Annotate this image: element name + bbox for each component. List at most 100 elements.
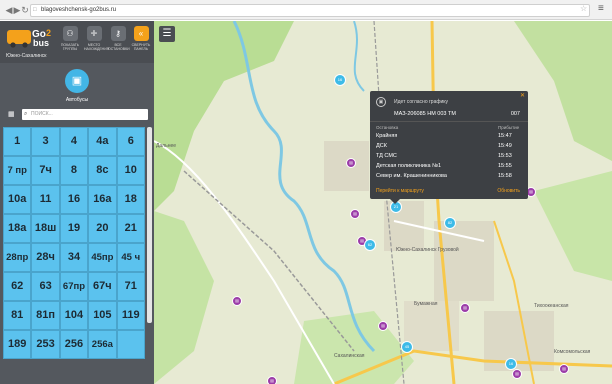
route-button[interactable]: 10а <box>3 185 32 214</box>
reload-icon[interactable]: ↻ <box>20 3 30 17</box>
map-label: Дальнее <box>156 143 177 149</box>
map-menu-button[interactable]: ☰ <box>159 26 175 42</box>
route-button[interactable]: 4 <box>59 127 89 156</box>
bookmark-star-icon[interactable]: ☆ <box>580 4 587 13</box>
tool-label: ВСЕ ОСТАНОВКИ <box>108 43 130 51</box>
route-button[interactable]: 104 <box>59 301 89 330</box>
route-button[interactable]: 28пр <box>3 243 32 272</box>
route-button[interactable]: 81п <box>31 301 60 330</box>
route-button[interactable]: 7ч <box>31 156 60 185</box>
route-button[interactable]: 16 <box>59 185 89 214</box>
arrival-time: 15:58 <box>498 173 512 179</box>
divider <box>370 121 528 122</box>
route-button[interactable]: 28ч <box>31 243 60 272</box>
group-icon: ⚇ <box>62 26 78 41</box>
route-button[interactable]: 8с <box>88 156 117 185</box>
route-button[interactable]: 45пр <box>88 243 117 272</box>
route-grid: 1 3 4 4а 6 7 пр 7ч 8 8с 10 10а 11 16 16а 18 18а 18ш 19 20 2… <box>3 127 145 384</box>
route-button[interactable]: 189 <box>3 330 32 359</box>
bus-marker[interactable]: 62 <box>364 239 376 251</box>
grid-view-icon[interactable]: ▦ <box>8 110 18 120</box>
go-to-route-link[interactable]: Перейти к маршруту <box>376 188 424 194</box>
bus-marker[interactable]: 45 <box>401 341 413 353</box>
map-label: Тихоокеанская <box>534 303 569 309</box>
stop-marker[interactable]: ▤ <box>350 209 360 219</box>
route-search-input[interactable]: ⌕ ПОИСК... <box>22 109 148 120</box>
browser-toolbar: ◀ ▶ ↻ □ blagoveshchensk-go2bus.ru ☆ ≡ <box>0 0 612 20</box>
map-label: Бумажная <box>414 301 438 307</box>
tool-label: ПОКАЗАТЬ ГРУППЫ <box>60 43 80 51</box>
vehicle-model: МАЗ-206085 НМ 003 ТМ <box>394 111 456 117</box>
route-button[interactable]: 18а <box>3 214 32 243</box>
stop-marker[interactable]: ▤ <box>346 158 356 168</box>
go2bus-logo[interactable]: Go 2 bus <box>6 26 58 48</box>
stop-name: ТД СМС <box>376 153 397 159</box>
route-button[interactable]: 6 <box>116 127 145 156</box>
map-label: Южно-Сахалинск Грузовой <box>396 247 459 253</box>
bus-transport-toggle[interactable]: ▣ Автобусы <box>62 69 92 114</box>
stop-marker[interactable]: ▤ <box>559 364 569 374</box>
route-button[interactable]: 21 <box>116 214 145 243</box>
close-icon[interactable]: ✕ <box>520 92 525 99</box>
route-button[interactable]: 18 <box>116 185 145 214</box>
route-button[interactable]: 10 <box>116 156 145 185</box>
route-button[interactable]: 119 <box>116 301 145 330</box>
route-button[interactable]: 253 <box>31 330 60 359</box>
stop-name: Детская поликлиника №1 <box>376 163 442 169</box>
route-button[interactable]: 71 <box>116 272 145 301</box>
show-groups-button[interactable]: ⚇ ПОКАЗАТЬ ГРУППЫ <box>60 26 80 59</box>
refresh-link[interactable]: Обновить <box>497 188 520 194</box>
route-button[interactable]: 19 <box>59 214 89 243</box>
map-view[interactable]: ☰ Дальнее Южно-Сахалинск Грузовой Бумажн… <box>154 21 612 384</box>
route-button[interactable]: 81 <box>3 301 32 330</box>
route-button[interactable]: 8 <box>59 156 89 185</box>
route-button[interactable]: 34 <box>59 243 89 272</box>
sidebar-header: Go 2 bus Южно-Сахалинск ⚇ ПОКАЗАТЬ ГРУПП… <box>0 21 154 63</box>
route-button[interactable]: 1 <box>3 127 32 156</box>
address-bar[interactable]: □ blagoveshchensk-go2bus.ru <box>30 4 590 17</box>
route-button[interactable]: 62 <box>3 272 32 301</box>
url-text: blagoveshchensk-go2bus.ru <box>41 7 117 13</box>
route-list-scrollbar[interactable] <box>147 127 152 323</box>
browser-menu-icon[interactable]: ≡ <box>598 3 604 14</box>
status-text: Идет согласно графику <box>394 99 449 105</box>
city-selector[interactable]: Южно-Сахалинск <box>6 53 46 59</box>
route-button[interactable]: 20 <box>88 214 117 243</box>
transport-label: Автобусы <box>65 97 89 103</box>
stop-marker[interactable]: ▤ <box>512 369 522 379</box>
route-button[interactable]: 45 ч <box>116 243 145 272</box>
route-button[interactable] <box>116 330 145 359</box>
route-button[interactable]: 16а <box>88 185 117 214</box>
arrival-time: 15:49 <box>498 143 512 149</box>
bus-icon: ▣ <box>376 97 386 107</box>
svg-text:bus: bus <box>33 38 49 48</box>
route-button[interactable]: 11 <box>31 185 60 214</box>
route-button[interactable]: 105 <box>88 301 117 330</box>
route-button[interactable]: 3 <box>31 127 60 156</box>
stop-marker[interactable]: ▤ <box>267 376 277 384</box>
key-icon: ⚷ <box>110 26 126 41</box>
route-button[interactable]: 7 пр <box>3 156 32 185</box>
route-button[interactable]: 67пр <box>59 272 89 301</box>
route-button[interactable]: 18ш <box>31 214 60 243</box>
bus-marker[interactable]: 16 <box>505 358 517 370</box>
route-button[interactable]: 256 <box>59 330 89 359</box>
bus-marker[interactable]: 82 <box>444 217 456 229</box>
route-button[interactable]: 256а <box>88 330 117 359</box>
collapse-panel-button[interactable]: « СВЕРНУТЬ ПАНЕЛЬ <box>131 26 151 59</box>
route-button[interactable]: 67ч <box>88 272 117 301</box>
stop-marker[interactable]: ▤ <box>232 296 242 306</box>
stop-marker[interactable]: ▤ <box>378 321 388 331</box>
page-icon: □ <box>33 7 37 13</box>
stop-marker[interactable]: ▤ <box>460 303 470 313</box>
location-button[interactable]: ✛ МЕСТО НАХОЖДЕНИЯ <box>84 26 110 59</box>
arrival-column-header: Прибытие <box>498 125 520 130</box>
tool-label: МЕСТО НАХОЖДЕНИЯ <box>84 43 110 51</box>
all-stops-button[interactable]: ⚷ ВСЕ ОСТАНОВКИ <box>108 26 130 59</box>
bus-marker[interactable]: 16 <box>334 74 346 86</box>
arrival-time: 15:53 <box>498 153 512 159</box>
arrival-time: 15:55 <box>498 163 512 169</box>
route-button[interactable]: 4а <box>88 127 117 156</box>
vehicle-info-popup: ✕ ▣ Идет согласно графику МАЗ-206085 НМ … <box>370 91 528 204</box>
route-button[interactable]: 63 <box>31 272 60 301</box>
